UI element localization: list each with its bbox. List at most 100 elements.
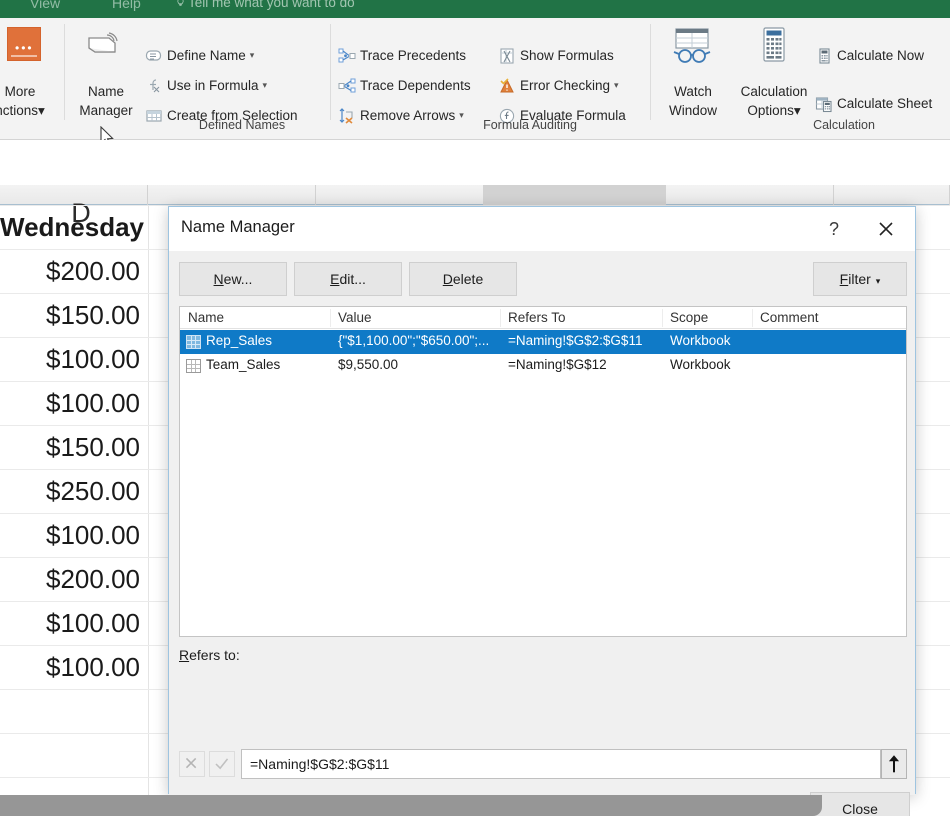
refers-to-input[interactable]: =Naming!$G$2:$G$11	[241, 749, 881, 779]
cell-d-value[interactable]: $100.00	[0, 520, 148, 551]
column-header-h[interactable]	[666, 185, 834, 205]
column-header-value[interactable]: Value	[338, 310, 372, 325]
close-button[interactable]: Close	[810, 792, 910, 816]
help-icon[interactable]: ?	[819, 215, 849, 243]
ribbon: ••• More nctions▾ Name Manager Define Na…	[0, 18, 950, 140]
filter-button-accelerator: F	[840, 271, 849, 287]
new-button-accelerator: N	[214, 271, 224, 287]
name-manager-dialog: Name Manager ? New... Edit... Delete Fil…	[168, 206, 916, 794]
column-divider[interactable]	[330, 309, 331, 327]
cell-d-value[interactable]: $200.00	[0, 564, 148, 595]
chevron-down-icon[interactable]: ▾	[250, 50, 255, 60]
cell-d-value[interactable]: $250.00	[0, 476, 148, 507]
chevron-down-icon[interactable]: ▾	[614, 80, 619, 90]
name-manager-label-line1: Name	[70, 82, 142, 101]
tell-me-search[interactable]: Tell me what you want to do	[188, 0, 355, 10]
cell-d-value[interactable]: $100.00	[0, 608, 148, 639]
cell-scope: Workbook	[670, 333, 756, 348]
new-button[interactable]: New...	[179, 262, 287, 296]
trace-precedents-icon	[338, 47, 356, 65]
tab-help[interactable]: Help	[112, 0, 141, 11]
refers-to-label: Refers to:	[179, 647, 240, 663]
cancel-entry-button[interactable]	[179, 751, 205, 777]
show-formulas-icon	[498, 47, 516, 65]
ribbon-tab-strip: View Help Tell me what you want to do	[0, 0, 950, 18]
column-header-comment[interactable]: Comment	[760, 310, 819, 325]
cell-d-value[interactable]: $100.00	[0, 388, 148, 419]
more-functions-button[interactable]: More nctions▾	[0, 82, 56, 120]
column-divider[interactable]	[752, 309, 753, 327]
chevron-down-icon[interactable]: ▾	[876, 276, 881, 286]
error-checking-icon	[498, 77, 516, 95]
collapse-dialog-button[interactable]	[881, 749, 907, 779]
column-header-name[interactable]: Name	[188, 310, 224, 325]
column-divider[interactable]	[500, 309, 501, 327]
define-name-label: Define Name	[167, 48, 246, 63]
watch-window-label-line2: Window	[655, 101, 731, 120]
group-separator	[650, 24, 651, 120]
chevron-down-icon[interactable]: ▾	[263, 80, 268, 90]
name-manager-button[interactable]: Name Manager	[70, 82, 142, 120]
icon-underline	[11, 55, 37, 57]
group-label-formula-auditing: Formula Auditing	[425, 118, 635, 132]
table-row[interactable]: Team_Sales$9,550.00=Naming!$G$12Workbook	[180, 354, 906, 378]
watch-window-icon	[668, 27, 716, 65]
use-in-formula-label: Use in Formula	[167, 78, 259, 93]
edit-button[interactable]: Edit...	[294, 262, 402, 296]
show-formulas-item[interactable]: Show Formulas	[498, 45, 614, 67]
calculate-sheet-icon	[815, 95, 833, 113]
calculation-options-button[interactable]: Calculation Options▾	[728, 82, 820, 120]
trace-dependents-item[interactable]: Trace Dependents	[338, 75, 471, 97]
confirm-entry-button[interactable]	[209, 751, 235, 777]
column-header-scope[interactable]: Scope	[670, 310, 708, 325]
column-header-f[interactable]	[316, 185, 484, 205]
calculation-options-icon	[757, 27, 791, 65]
delete-button-accelerator: D	[443, 271, 453, 287]
cell-d-value[interactable]: $100.00	[0, 652, 148, 683]
cell-d-value[interactable]: $200.00	[0, 256, 148, 287]
error-checking-label: Error Checking	[520, 78, 610, 93]
cell-d-value[interactable]: $100.00	[0, 344, 148, 375]
cell-d-value[interactable]: $150.00	[0, 300, 148, 331]
grid-icon	[186, 359, 201, 373]
watch-window-button[interactable]: Watch Window	[655, 82, 731, 120]
tab-view[interactable]: View	[30, 0, 60, 11]
column-divider[interactable]	[662, 309, 663, 327]
trace-precedents-item[interactable]: Trace Precedents	[338, 45, 466, 67]
dialog-body: New... Edit... Delete Filter▾ NameValueR…	[169, 251, 915, 795]
taskbar	[0, 795, 822, 816]
filter-button[interactable]: Filter▾	[813, 262, 907, 296]
calculate-now-item[interactable]: Calculate Now	[815, 45, 924, 67]
refers-to-accelerator: R	[179, 647, 189, 663]
use-in-formula-item[interactable]: Use in Formula ▾	[145, 75, 267, 97]
more-functions-icon[interactable]: •••	[7, 27, 41, 61]
cell-name: Rep_Sales	[206, 333, 338, 348]
grid-icon	[186, 335, 201, 349]
calculate-now-label: Calculate Now	[837, 48, 924, 63]
chevron-down-icon[interactable]: ▾	[38, 103, 45, 118]
names-list[interactable]: Name Value Refers To Scope Comment Rep_Sales…	[179, 306, 907, 637]
table-row[interactable]: Rep_Sales{"$1,100.00";"$650.00";...=Nami…	[180, 330, 906, 354]
cell-name: Team_Sales	[206, 357, 338, 372]
column-header-i[interactable]	[834, 185, 950, 205]
group-separator	[64, 24, 65, 120]
close-icon[interactable]	[869, 215, 903, 243]
delete-button[interactable]: Delete	[409, 262, 517, 296]
more-functions-label-line2: nctions	[0, 103, 38, 118]
calculation-options-label-line1: Calculation	[728, 82, 820, 101]
names-list-header: Name Value Refers To Scope Comment	[180, 307, 906, 329]
cell-d-value[interactable]: $150.00	[0, 432, 148, 463]
cell-refers-to: =Naming!$G$2:$G$11	[508, 333, 666, 348]
trace-precedents-label: Trace Precedents	[360, 48, 466, 63]
column-header-e[interactable]	[148, 185, 316, 205]
error-checking-item[interactable]: Error Checking ▾	[498, 75, 619, 97]
column-header-refers-to[interactable]: Refers To	[508, 310, 566, 325]
define-name-item[interactable]: Define Name ▾	[145, 45, 254, 67]
cell-scope: Workbook	[670, 357, 756, 372]
column-header-g-selected[interactable]	[484, 185, 666, 205]
chevron-down-icon[interactable]: ▾	[794, 103, 801, 118]
calculate-sheet-item[interactable]: Calculate Sheet	[815, 93, 932, 115]
group-label-defined-names: Defined Names	[142, 118, 342, 132]
cell-d-header[interactable]: Wednesday	[0, 212, 148, 243]
column-header-row	[0, 185, 950, 205]
